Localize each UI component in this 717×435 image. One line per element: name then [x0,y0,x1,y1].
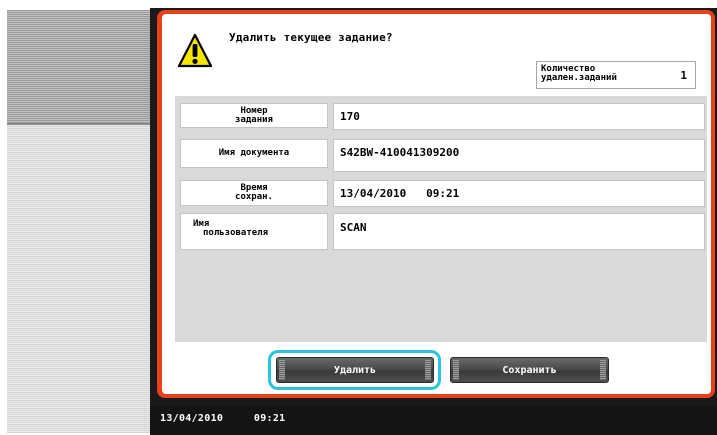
save-button-label: Сохранить [502,364,557,376]
status-datetime: 13/04/2010 09:21 [160,413,285,424]
left-sidebar-panel [7,10,151,433]
save-button[interactable]: Сохранить [450,357,609,383]
left-sidebar-upper-segment [7,10,150,125]
left-sidebar-divider [7,123,150,125]
delete-button-left-grip [279,360,285,380]
status-time: 09:21 [253,413,286,424]
delete-button[interactable]: Удалить [276,357,434,383]
document-name-label: Имя документа [180,139,328,168]
document-name-value: S42BW-410041309200 [333,139,705,172]
user-name-label: Имя пользователя [180,213,328,250]
status-date: 13/04/2010 [160,413,224,424]
warning-icon [177,33,213,68]
save-button-right-grip [600,360,606,380]
save-button-left-grip [453,360,459,380]
save-time-value: 13/04/2010 09:21 [333,180,705,207]
deleted-count-value: 1 [680,69,687,82]
user-name-label-line2: пользователя [203,228,269,238]
deleted-count-box: Количество удален.заданий 1 [536,61,696,89]
save-time-label-line2: сохран. [235,192,273,202]
deleted-count-label-line2: удален.заданий [541,73,617,83]
delete-button-label: Удалить [333,364,377,376]
deleted-count-label: Количество удален.заданий [541,65,651,83]
job-number-value: 170 [333,103,705,130]
job-number-label: Номер задания [180,103,328,128]
save-time-label: Время сохран. [180,180,328,206]
dialog-title: Удалить текущее задание? [229,31,393,44]
job-number-label-line2: задания [235,114,273,125]
delete-button-right-grip [425,360,431,380]
user-name-value: SCAN [333,213,705,250]
